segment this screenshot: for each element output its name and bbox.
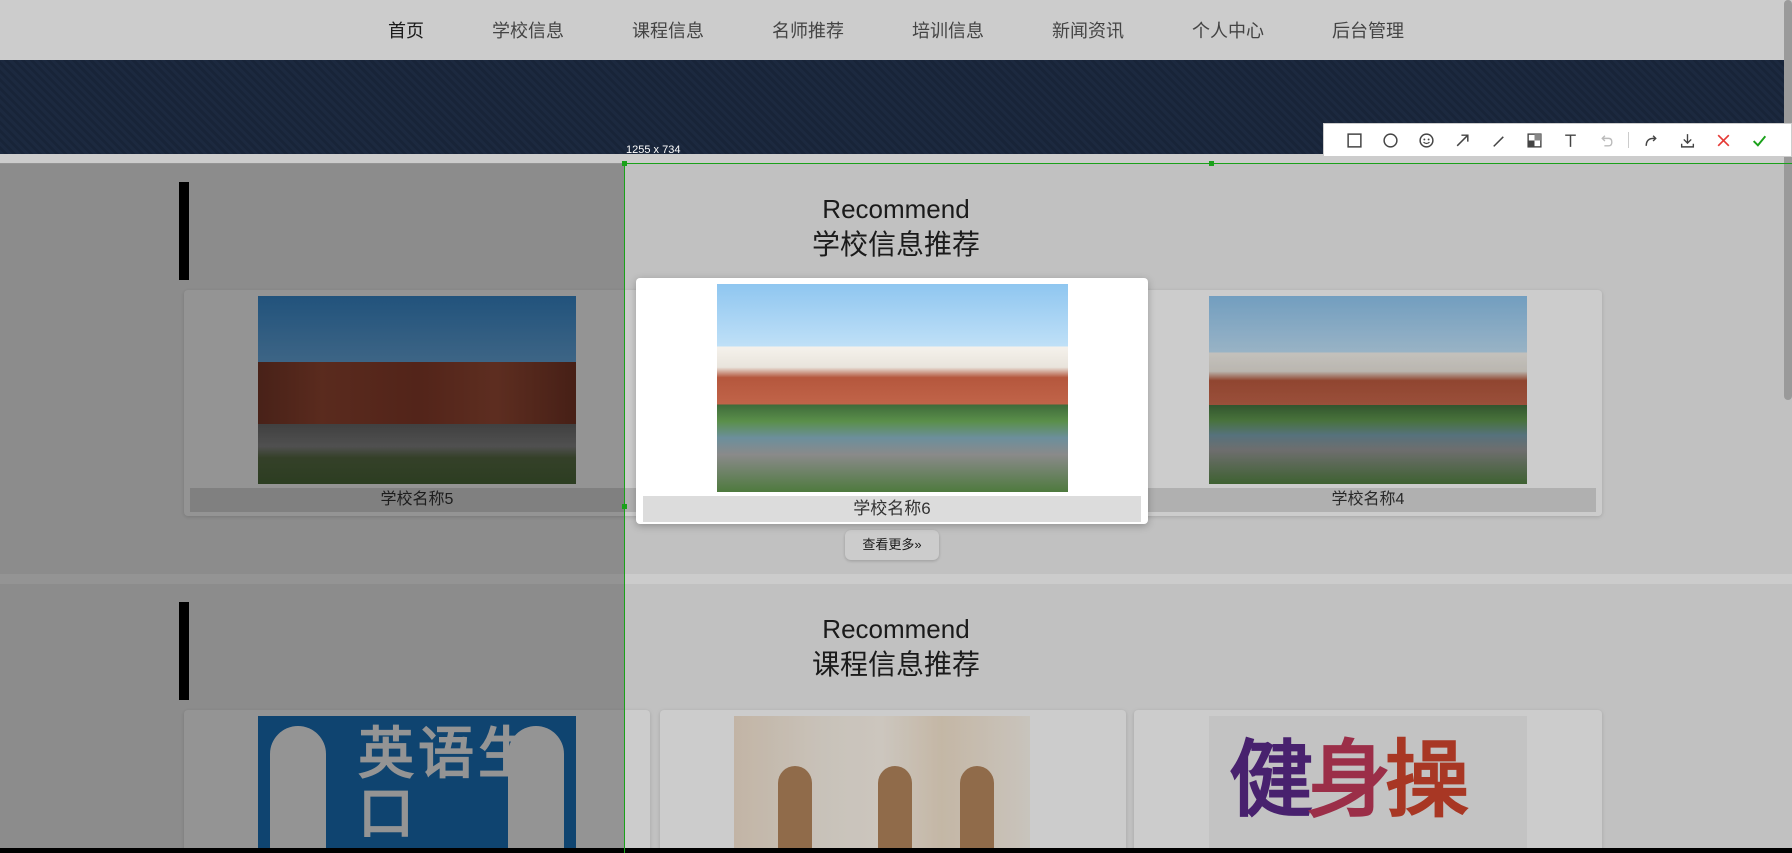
course-card[interactable]: 英语生口	[184, 710, 650, 848]
scrollbar[interactable]	[1784, 0, 1792, 400]
view-more-button[interactable]: 查看更多»	[845, 530, 939, 560]
school-card[interactable]: 学校名称5	[184, 290, 650, 516]
restroom-figure-icon	[270, 726, 326, 848]
arrow-icon[interactable]	[1444, 125, 1480, 155]
rectangle-icon[interactable]	[1336, 125, 1372, 155]
school-recommend-section: Recommend 学校信息推荐 学校名称5 学校名称4 学校名称6 查看更多»	[0, 164, 1792, 574]
confirm-icon[interactable]	[1741, 125, 1777, 155]
course-photo-yoga	[734, 716, 1030, 848]
nav-item-school-info[interactable]: 学校信息	[492, 17, 564, 43]
school-name: 学校名称4	[1140, 488, 1596, 512]
section-title: Recommend 学校信息推荐	[0, 192, 1792, 264]
nav-item-training[interactable]: 培训信息	[912, 17, 984, 43]
nav-item-news[interactable]: 新闻资讯	[1052, 17, 1124, 43]
section-title-en: Recommend	[822, 614, 970, 644]
resize-handle[interactable]	[622, 161, 627, 166]
nav-item-teachers[interactable]: 名师推荐	[772, 17, 844, 43]
section-title-cn: 课程信息推荐	[811, 649, 980, 680]
text-icon[interactable]	[1552, 125, 1588, 155]
circle-icon[interactable]	[1372, 125, 1408, 155]
school-name: 学校名称6	[643, 496, 1141, 522]
capture-toolbar	[1323, 123, 1792, 157]
nav-item-personal-center[interactable]: 个人中心	[1192, 17, 1264, 43]
course-card[interactable]	[660, 710, 1126, 848]
cancel-icon[interactable]	[1705, 125, 1741, 155]
download-icon[interactable]	[1669, 125, 1705, 155]
school-photo	[717, 284, 1068, 492]
section-title-en: Recommend	[822, 194, 970, 224]
course-photo-english: 英语生口	[258, 716, 576, 848]
school-photo	[258, 296, 576, 484]
course-image-text: 英语生口	[358, 722, 538, 845]
school-card[interactable]: 学校名称4	[1134, 290, 1602, 516]
nav-item-home[interactable]: 首页	[388, 17, 424, 43]
school-card-featured[interactable]: 学校名称6	[636, 278, 1148, 524]
resize-handle[interactable]	[1209, 161, 1214, 166]
school-photo	[1209, 296, 1527, 484]
section-title: Recommend 课程信息推荐	[0, 612, 1792, 684]
nav-item-course-info[interactable]: 课程信息	[632, 17, 704, 43]
nav-item-admin[interactable]: 后台管理	[1332, 17, 1404, 43]
section-title-cn: 学校信息推荐	[811, 229, 980, 260]
capture-size-label: 1255 x 734	[626, 144, 681, 156]
emoji-icon[interactable]	[1408, 125, 1444, 155]
undo-icon[interactable]	[1588, 125, 1624, 155]
resize-handle[interactable]	[622, 504, 627, 509]
course-recommend-section: Recommend 课程信息推荐 英语生口 健身操	[0, 584, 1792, 848]
course-photo-fitness: 健身操	[1209, 716, 1527, 848]
mosaic-icon[interactable]	[1516, 125, 1552, 155]
redo-icon[interactable]	[1633, 125, 1669, 155]
top-navigation: 首页 学校信息 课程信息 名师推荐 培训信息 新闻资讯 个人中心 后台管理	[0, 0, 1792, 60]
school-name: 学校名称5	[190, 488, 644, 512]
pen-icon[interactable]	[1480, 125, 1516, 155]
course-card[interactable]: 健身操	[1134, 710, 1602, 848]
